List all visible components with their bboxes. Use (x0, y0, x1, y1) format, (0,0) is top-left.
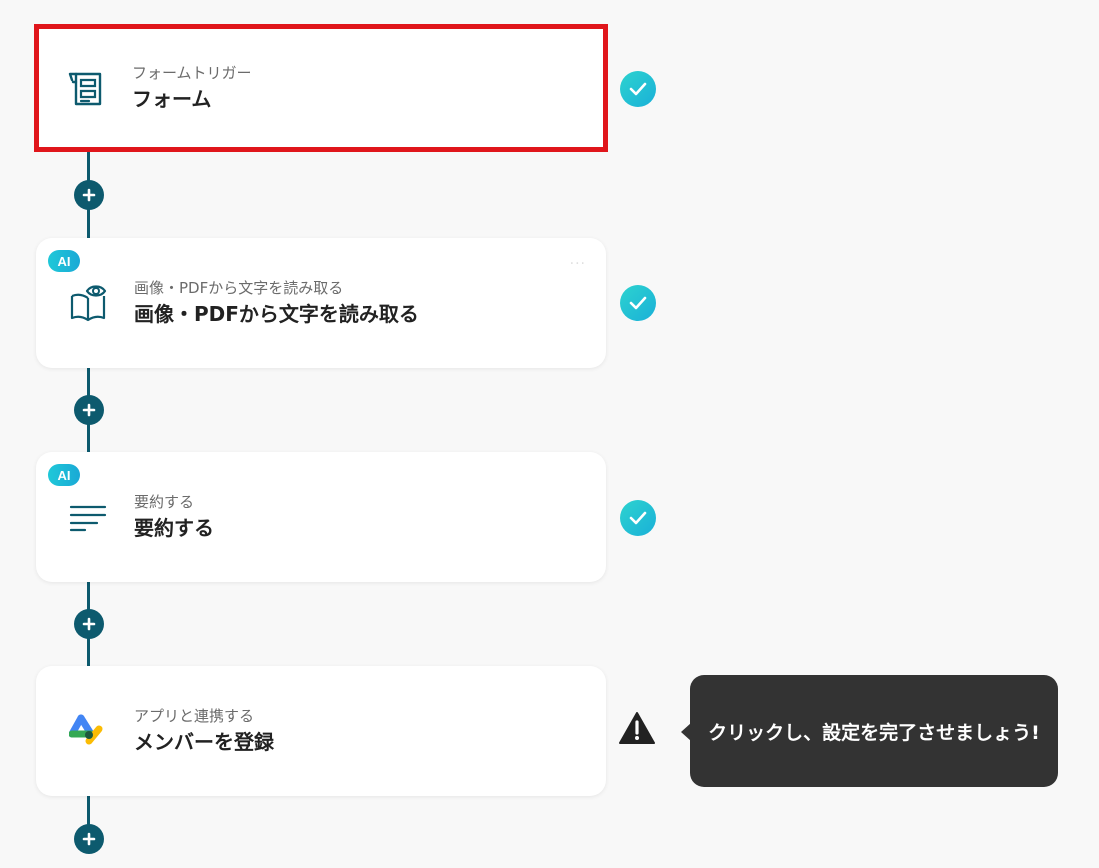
step-card-ocr[interactable]: AI ··· 画像・PDFから文字を読み取る 画像・PDFから文字を読み取る (36, 238, 606, 368)
google-admin-icon (66, 709, 110, 753)
plus-icon (82, 832, 96, 846)
text-lines-icon (66, 495, 110, 539)
step-title: フォーム (132, 87, 212, 111)
form-icon (64, 66, 108, 110)
complete-check-icon (620, 285, 656, 321)
add-step-button[interactable] (74, 824, 104, 854)
add-step-button[interactable] (74, 180, 104, 210)
step-card-summarize[interactable]: AI 要約する 要約する (36, 452, 606, 582)
plus-icon (82, 188, 96, 202)
step-title: 要約する (134, 516, 214, 540)
step-subtitle: 要約する (134, 493, 195, 511)
plus-icon (82, 403, 96, 417)
step-title: メンバーを登録 (134, 730, 274, 754)
complete-check-icon (620, 500, 656, 536)
flow-canvas: フォームトリガー フォーム AI ··· 画像・PDFから文字を読み取る 画像・… (0, 0, 1099, 868)
step-card-form-trigger[interactable]: フォームトリガー フォーム (34, 24, 608, 152)
step-subtitle: 画像・PDFから文字を読み取る (134, 279, 344, 297)
add-step-button[interactable] (74, 395, 104, 425)
plus-icon (82, 617, 96, 631)
step-subtitle: アプリと連携する (134, 707, 255, 725)
more-options-icon[interactable]: ··· (570, 256, 586, 272)
step-card-register-member[interactable]: アプリと連携する メンバーを登録 (36, 666, 606, 796)
setup-hint-tooltip: クリックし、設定を完了させましょう! (690, 675, 1058, 787)
complete-check-icon (620, 71, 656, 107)
book-eye-icon (66, 281, 110, 325)
step-title: 画像・PDFから文字を読み取る (134, 302, 419, 326)
step-subtitle: フォームトリガー (132, 64, 252, 82)
warning-icon (618, 711, 656, 745)
ai-badge: AI (48, 464, 80, 486)
ai-badge: AI (48, 250, 80, 272)
add-step-button[interactable] (74, 609, 104, 639)
